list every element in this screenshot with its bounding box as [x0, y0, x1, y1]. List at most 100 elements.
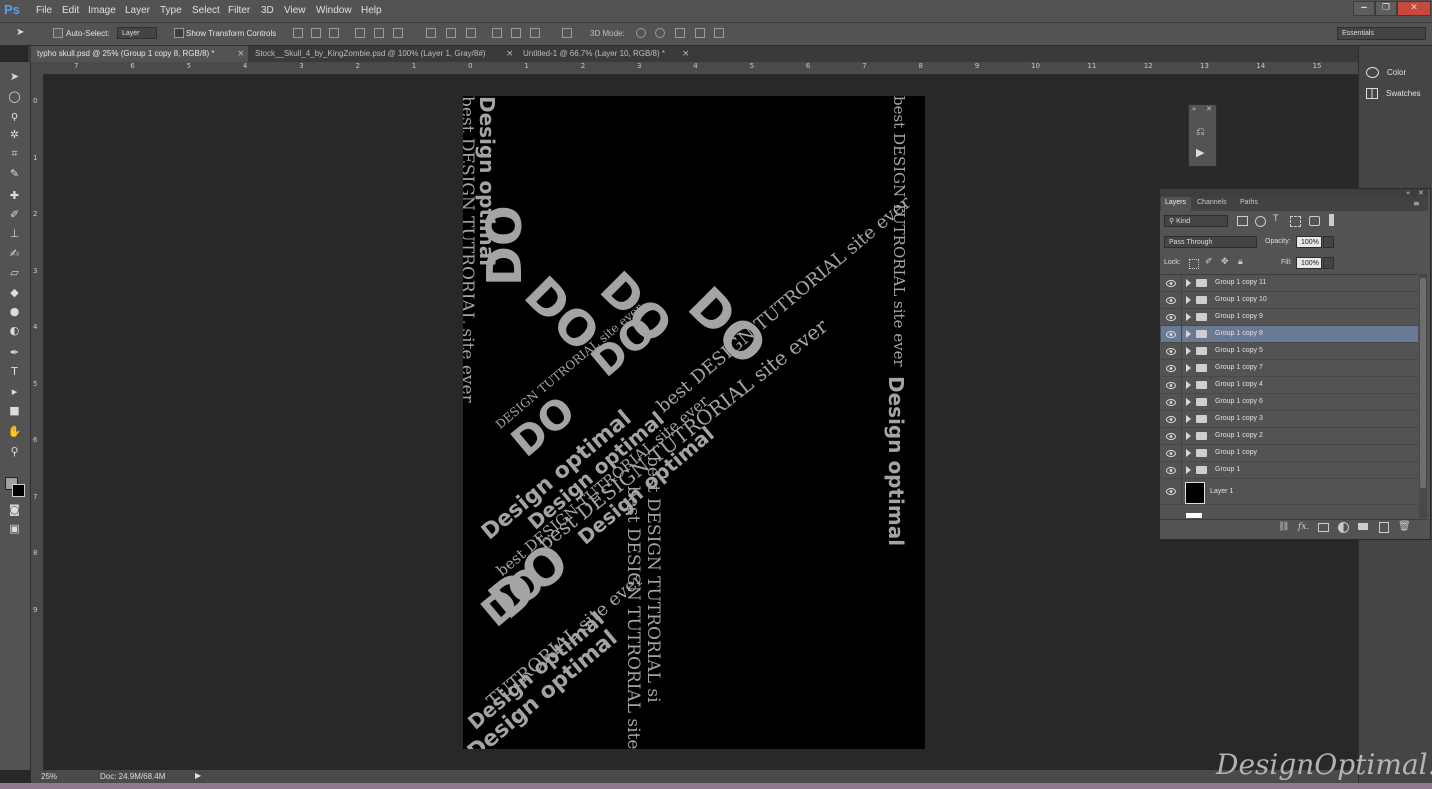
history-brush-tool-icon[interactable]: ✍ — [7, 246, 22, 261]
color-panel-button[interactable]: Color — [1366, 64, 1426, 82]
healing-brush-tool-icon[interactable]: ✚ — [7, 188, 22, 203]
path-selection-tool-icon[interactable]: ▸ — [7, 384, 22, 399]
layer-row[interactable]: Group 1 — [1161, 462, 1418, 479]
fill-slider-button[interactable] — [1323, 257, 1334, 269]
expand-group-arrow-icon[interactable] — [1186, 279, 1191, 287]
show-transform-checkbox[interactable] — [174, 28, 184, 38]
menu-window[interactable]: Window — [316, 5, 352, 16]
collapse-panel-icon[interactable]: « — [1406, 189, 1410, 197]
lasso-tool-icon[interactable]: ϙ — [7, 108, 22, 123]
pen-tool-icon[interactable]: ✒ — [7, 345, 22, 360]
layers-scrollbar-thumb[interactable] — [1420, 278, 1426, 488]
menu-edit[interactable]: Edit — [62, 5, 79, 16]
menu-filter[interactable]: Filter — [228, 5, 250, 16]
new-group-icon[interactable] — [1358, 523, 1368, 530]
tab-typho-skull[interactable]: typho skull.psd @ 25% (Group 1 copy 8, R… — [31, 46, 248, 62]
close-panel-icon[interactable]: ✕ — [1418, 189, 1424, 197]
eraser-tool-icon[interactable]: ▱ — [7, 265, 22, 280]
visibility-eye-icon[interactable] — [1166, 279, 1176, 287]
distribute-top-icon[interactable] — [426, 28, 436, 38]
filter-smart-object-icon[interactable] — [1309, 216, 1320, 226]
crop-tool-icon[interactable]: ⌗ — [7, 146, 22, 161]
menu-layer[interactable]: Layer — [125, 5, 150, 16]
distribute-vcenter-icon[interactable] — [446, 28, 456, 38]
rectangle-tool-icon[interactable]: ■ — [7, 403, 22, 418]
filter-adjustment-icon[interactable] — [1255, 216, 1266, 227]
clone-stamp-tool-icon[interactable]: ⊥ — [7, 226, 22, 241]
move-tool-icon[interactable]: ➤ — [7, 69, 22, 84]
fill-input[interactable]: 100% — [1296, 257, 1322, 269]
hand-tool-icon[interactable]: ✋ — [7, 424, 22, 439]
layer-row[interactable]: Group 1 copy 11 — [1161, 275, 1418, 292]
fx-icon[interactable]: fx. — [1298, 522, 1309, 532]
layer-row[interactable]: Group 1 copy 2 — [1161, 428, 1418, 445]
document-canvas[interactable]: best DESIGN TUTRORIAL site ever Design op… — [463, 96, 925, 749]
layer-row[interactable]: Group 1 copy — [1161, 445, 1418, 462]
align-top-icon[interactable] — [293, 28, 303, 38]
dodge-tool-icon[interactable]: ◐ — [7, 323, 22, 338]
close-tab-icon[interactable]: × — [682, 49, 690, 59]
layer-row[interactable]: Group 1 copy 6 — [1161, 394, 1418, 411]
3d-scale-icon[interactable] — [714, 28, 724, 38]
tab-stock-skull[interactable]: Stock__Skull_4_by_KingZombie.psd @ 100% … — [249, 46, 517, 62]
lock-position-icon[interactable]: ✥ — [1221, 257, 1229, 267]
visibility-eye-icon[interactable] — [1166, 364, 1176, 372]
status-menu-arrow-icon[interactable]: ▶ — [195, 771, 201, 780]
visibility-eye-icon[interactable] — [1166, 488, 1176, 495]
expand-group-arrow-icon[interactable] — [1186, 432, 1191, 440]
layer-row[interactable]: Group 1 copy 9 — [1161, 309, 1418, 326]
distribute-hcenter-icon[interactable] — [511, 28, 521, 38]
menu-help[interactable]: Help — [361, 5, 382, 16]
expand-panel-icon[interactable]: » — [1192, 105, 1196, 113]
layer-row[interactable]: Group 1 copy 3 — [1161, 411, 1418, 428]
layer-row[interactable]: Group 1 copy 7 — [1161, 360, 1418, 377]
expand-group-arrow-icon[interactable] — [1186, 398, 1191, 406]
layers-panel-header[interactable] — [1160, 189, 1428, 197]
layer-row[interactable]: Group 1 copy 10 — [1161, 292, 1418, 309]
menu-file[interactable]: File — [36, 5, 52, 16]
tab-layers[interactable]: Layers — [1165, 199, 1186, 206]
distribute-right-icon[interactable] — [530, 28, 540, 38]
expand-group-arrow-icon[interactable] — [1186, 296, 1191, 304]
expand-group-arrow-icon[interactable] — [1186, 381, 1191, 389]
zoom-tool-icon[interactable]: ⚲ — [7, 444, 22, 459]
auto-select-target-dropdown[interactable]: Layer — [117, 27, 157, 39]
layer-row[interactable]: Group 1 copy 4 — [1161, 377, 1418, 394]
expand-group-arrow-icon[interactable] — [1186, 347, 1191, 355]
3d-rotate-icon[interactable] — [636, 28, 646, 38]
visibility-eye-icon[interactable] — [1166, 449, 1176, 457]
filter-kind-dropdown[interactable]: ⚲ Kind — [1164, 215, 1228, 227]
lock-all-icon[interactable]: 🔒︎ — [1238, 257, 1243, 267]
lock-transparent-icon[interactable] — [1189, 259, 1199, 269]
background-color-swatch[interactable] — [12, 484, 25, 497]
distribute-bottom-icon[interactable] — [466, 28, 476, 38]
layer-row[interactable]: Group 1 copy 8 — [1161, 326, 1418, 343]
adjustment-layer-icon[interactable] — [1338, 522, 1349, 533]
align-left-icon[interactable] — [355, 28, 365, 38]
workspace-dropdown[interactable]: Essentials — [1337, 27, 1426, 40]
visibility-eye-icon[interactable] — [1166, 296, 1176, 304]
filter-shape-icon[interactable] — [1290, 216, 1301, 227]
expand-group-arrow-icon[interactable] — [1186, 313, 1191, 321]
align-bottom-icon[interactable] — [329, 28, 339, 38]
expand-group-arrow-icon[interactable] — [1186, 415, 1191, 423]
auto-align-icon[interactable] — [562, 28, 572, 38]
brush-tool-icon[interactable]: ✐ — [7, 207, 22, 222]
link-layers-icon[interactable]: ⛓ — [1278, 522, 1289, 532]
visibility-eye-icon[interactable] — [1166, 466, 1176, 474]
panel-menu-icon[interactable]: ≡ — [1413, 199, 1420, 208]
quick-select-tool-icon[interactable]: ✲ — [7, 127, 22, 142]
expand-group-arrow-icon[interactable] — [1186, 449, 1191, 457]
3d-slide-icon[interactable] — [695, 28, 705, 38]
filter-type-icon[interactable]: T — [1273, 214, 1279, 224]
close-tab-icon[interactable]: × — [237, 49, 245, 59]
swatches-panel-button[interactable]: Swatches — [1366, 85, 1426, 103]
expand-group-arrow-icon[interactable] — [1186, 466, 1191, 474]
marquee-tool-icon[interactable]: ◯ — [7, 89, 22, 104]
blur-tool-icon[interactable]: ● — [7, 304, 22, 319]
tab-paths[interactable]: Paths — [1240, 199, 1258, 206]
layer-row[interactable]: Layer 1 — [1161, 479, 1418, 505]
align-vcenter-icon[interactable] — [311, 28, 321, 38]
visibility-eye-icon[interactable] — [1166, 432, 1176, 440]
lock-pixels-icon[interactable]: ✐ — [1205, 257, 1213, 267]
